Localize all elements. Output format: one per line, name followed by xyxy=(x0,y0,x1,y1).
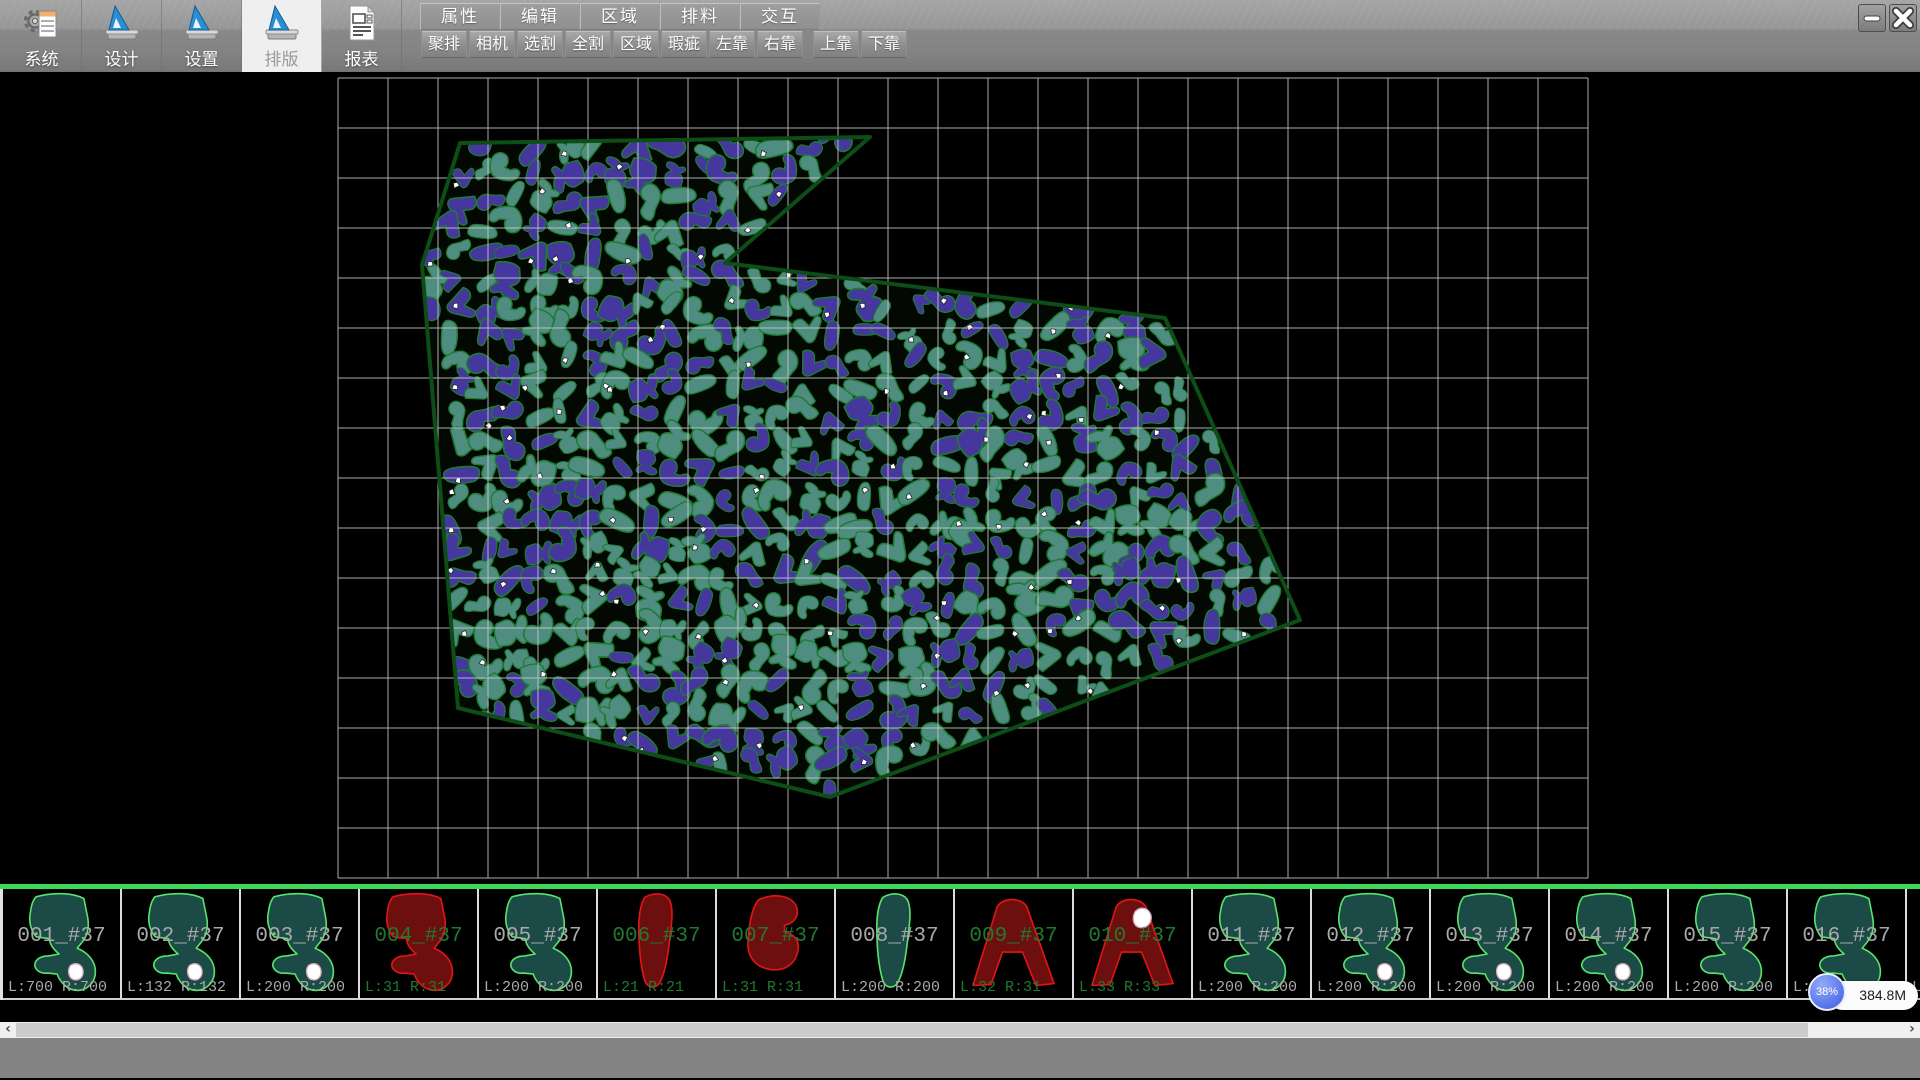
piece-shape-icon xyxy=(1677,891,1777,996)
thumbnail-cell[interactable]: 010_#37L:33 R:33 xyxy=(1074,889,1193,1000)
scroll-right-icon[interactable]: › xyxy=(1904,1022,1920,1038)
thumbnail-cell[interactable]: 015_#37L:200 R:200 xyxy=(1669,889,1788,1000)
piece-shape-icon xyxy=(11,891,111,996)
status-bar xyxy=(0,1038,1920,1080)
main-button-nesting[interactable]: 排版 xyxy=(242,0,322,72)
thumbnail-cell[interactable]: 011_#37L:200 R:200 xyxy=(1193,889,1312,1000)
thumbnail-cell[interactable]: 002_#37L:132 R:132 xyxy=(122,889,241,1000)
design-icon xyxy=(102,3,142,45)
piece-shape-icon xyxy=(487,891,587,996)
piece-shape-icon xyxy=(368,891,468,996)
minimize-icon xyxy=(1859,18,1885,35)
progress-percent-badge: 38% xyxy=(1808,973,1846,1011)
thumbnail-cell[interactable]: 012_#37L:200 R:200 xyxy=(1312,889,1431,1000)
nesting-canvas-svg xyxy=(0,72,1920,884)
nesting-icon xyxy=(262,3,302,45)
thumbnail-cell[interactable]: 003_#37L:200 R:200 xyxy=(241,889,360,1000)
tool-button-region[interactable]: 区域 xyxy=(613,31,659,58)
piece-shape-icon xyxy=(249,891,349,996)
tool-button-snap-right[interactable]: 右靠 xyxy=(757,31,803,58)
main-button-label: 排版 xyxy=(242,45,321,70)
settings-icon xyxy=(182,3,222,45)
piece-thumbnail-strip: 001_#37L:700 R:700002_#37L:132 R:132003_… xyxy=(0,889,1920,1000)
piece-shape-icon xyxy=(130,891,230,996)
tool-button-defect[interactable]: 瑕疵 xyxy=(661,31,707,58)
tool-button-snap-bottom[interactable]: 下靠 xyxy=(861,31,907,58)
main-button-label: 设置 xyxy=(162,45,241,70)
thumbnail-cell[interactable]: 013_#37L:200 R:200 xyxy=(1431,889,1550,1000)
menu-tab-properties[interactable]: 属性 xyxy=(420,3,500,30)
tool-button-camera[interactable]: 相机 xyxy=(469,31,515,58)
thumbnail-cell[interactable]: 005_#37L:200 R:200 xyxy=(479,889,598,1000)
menu-tab-row: 属性编辑区域排料交互 xyxy=(420,3,820,30)
thumbnail-cell[interactable]: 014_#37L:200 R:200 xyxy=(1550,889,1669,1000)
thumbnail-cell[interactable]: 009_#37L:32 R:31 xyxy=(955,889,1074,1000)
scroll-left-icon[interactable]: ‹ xyxy=(0,1022,16,1038)
thumbnail-cell[interactable]: 008_#37L:200 R:200 xyxy=(836,889,955,1000)
tool-button-cluster-nest[interactable]: 聚排 xyxy=(421,31,467,58)
main-toolbar: 系统设计设置排版报表 属性编辑区域排料交互 聚排相机选割全割区域瑕疵左靠右靠上靠… xyxy=(0,0,1920,72)
memory-usage-badge[interactable]: 384.8M 38% xyxy=(1808,973,1920,1015)
report-icon xyxy=(342,3,382,45)
tool-button-row: 聚排相机选割全割区域瑕疵左靠右靠上靠下靠 xyxy=(421,31,907,58)
close-button[interactable] xyxy=(1889,4,1917,32)
nesting-canvas[interactable] xyxy=(0,72,1920,884)
piece-shape-icon xyxy=(963,891,1063,996)
minimize-button[interactable] xyxy=(1858,4,1886,32)
piece-shape-icon xyxy=(1082,891,1182,996)
system-icon xyxy=(22,3,62,45)
main-button-label: 设计 xyxy=(82,45,161,70)
piece-shape-icon xyxy=(1558,891,1658,996)
menu-tab-material[interactable]: 排料 xyxy=(660,3,740,30)
close-icon xyxy=(1890,18,1916,35)
piece-shape-icon xyxy=(844,891,944,996)
main-button-label: 系统 xyxy=(2,45,81,70)
main-button-system[interactable]: 系统 xyxy=(2,0,82,72)
main-button-label: 报表 xyxy=(322,45,401,70)
thumbnail-cell[interactable]: 004_#37L:31 R:31 xyxy=(360,889,479,1000)
horizontal-scrollbar[interactable]: ‹ › xyxy=(0,1022,1920,1038)
piece-shape-icon xyxy=(1439,891,1539,996)
menu-tab-interact[interactable]: 交互 xyxy=(740,3,820,30)
menu-tab-region[interactable]: 区域 xyxy=(580,3,660,30)
thumbnail-cell[interactable]: 001_#37L:700 R:700 xyxy=(3,889,122,1000)
thumbnail-cell[interactable]: 007_#37L:31 R:31 xyxy=(717,889,836,1000)
scrollbar-thumb[interactable] xyxy=(16,1023,1808,1037)
tool-button-snap-top[interactable]: 上靠 xyxy=(813,31,859,58)
thumbnail-cell[interactable]: 006_#37L:21 R:21 xyxy=(598,889,717,1000)
tool-button-snap-left[interactable]: 左靠 xyxy=(709,31,755,58)
piece-shape-icon xyxy=(725,891,825,996)
menu-tab-edit[interactable]: 编辑 xyxy=(500,3,580,30)
window-controls xyxy=(1858,4,1917,32)
piece-shape-icon xyxy=(606,891,706,996)
piece-shape-icon xyxy=(1201,891,1301,996)
piece-shape-icon xyxy=(1320,891,1420,996)
tool-button-cut-all[interactable]: 全割 xyxy=(565,31,611,58)
main-button-design[interactable]: 设计 xyxy=(82,0,162,72)
main-button-report[interactable]: 报表 xyxy=(322,0,402,72)
main-button-settings[interactable]: 设置 xyxy=(162,0,242,72)
tool-button-select-cut[interactable]: 选割 xyxy=(517,31,563,58)
